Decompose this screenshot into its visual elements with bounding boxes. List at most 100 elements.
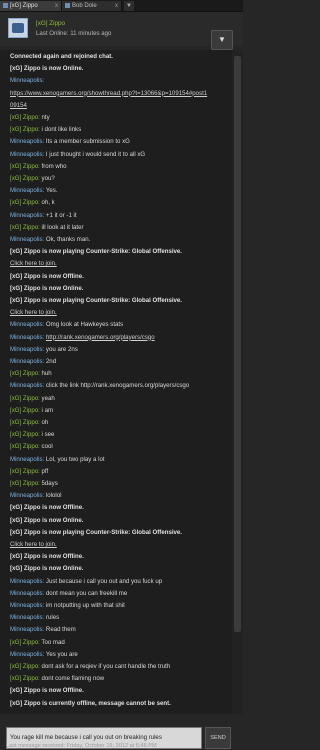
chat-message: Minneapolis: click the link http://rank.… (10, 381, 228, 391)
system-message: [xG] Zippo is now Offline. (10, 552, 228, 562)
close-icon[interactable]: x (115, 1, 118, 11)
close-icon[interactable]: x (55, 1, 58, 11)
chat-message: [xG] Zippo: dont ask for a reqiev if you… (10, 662, 228, 672)
message-sender: [xG] Zippo: (10, 162, 40, 170)
message-text: Lol, you two play a lot (45, 455, 105, 463)
message-text: oh (41, 419, 49, 426)
message-sender: Minneapolis: (10, 358, 45, 365)
message-sender: Minneapolis: (10, 577, 45, 585)
message-text: Its a member submission to xG (45, 138, 130, 146)
message-text: I just thought i would send it to all xG (45, 150, 146, 158)
chat-message: [xG] Zippo: dont come flaming now (10, 674, 228, 684)
message-sender: Minneapolis: (10, 236, 45, 243)
chat-icon (65, 2, 70, 8)
message-text: oh, k (41, 199, 55, 207)
system-message: [xG] Zippo is now playing Counter-Strike… (10, 247, 228, 257)
message-text: dont ask for a reqiev if you cant handle… (41, 663, 171, 670)
message-sender: Minneapolis: (10, 614, 45, 622)
message-sender: Minneapolis: (10, 333, 45, 341)
chat-message: Minneapolis: im notputting up with that … (10, 601, 228, 611)
scrollbar[interactable] (232, 50, 243, 714)
message-sender: Minneapolis: (10, 150, 45, 158)
chat-message: [xG] Zippo: cool (10, 442, 228, 452)
message-sender: [xG] Zippo: (10, 663, 40, 670)
system-message-text: [xG] Zippo is now playing Counter-Strike… (10, 248, 182, 256)
message-sender: Minneapolis: (10, 602, 45, 609)
chat-message: [xG] Zippo: Too mad (10, 638, 228, 648)
system-message-text: [xG] Zippo is now Online. (10, 565, 84, 573)
chat-message: Minneapolis: +1 it or -1 it (10, 211, 228, 221)
link-text[interactable]: https://www.xenogamers.org/showthread.ph… (10, 90, 207, 97)
message-sender: [xG] Zippo: (10, 370, 40, 378)
chat-message: Minneapolis: Just because i call you out… (10, 577, 228, 587)
system-message-text: [xG] Zippo is now Online. (10, 284, 84, 292)
message-sender: [xG] Zippo: (10, 175, 40, 182)
message-link[interactable]: Click here to join. (10, 259, 228, 269)
system-message: [xG] Zippo is now Offline. (10, 272, 228, 282)
message-sender: Minneapolis: (10, 455, 45, 463)
link-text[interactable]: Click here to join. (10, 260, 57, 267)
message-link[interactable]: Click here to join. (10, 540, 228, 550)
message-text: dont mean you can freekill me (45, 589, 128, 597)
chat-message: [xG] Zippo: oh, k (10, 198, 228, 208)
message-text: click the link http://rank.xenogamers.or… (45, 382, 190, 390)
chat-message: Minneapolis: lololol (10, 491, 228, 501)
system-message: [xG] Zippo is now Offline. (10, 503, 228, 513)
link-text[interactable]: Click here to join. (10, 309, 57, 316)
message-sender: Minneapolis: (10, 187, 45, 195)
message-sender: [xG] Zippo: (10, 199, 40, 207)
message-sender: [xG] Zippo: (10, 126, 40, 134)
friend-name: [xG] Zippo (36, 20, 66, 27)
message-link[interactable]: https://www.xenogamers.org/showthread.ph… (10, 89, 228, 99)
tab-label: Bob Dole (72, 3, 97, 9)
message-text: 2nd (45, 358, 57, 365)
message-text: Yes. (45, 187, 58, 195)
message-link[interactable]: http://rank.xenogamers.org/players/csgo (46, 334, 155, 341)
system-message-text: Connected again and rejoined chat. (10, 53, 113, 60)
message-text: rules (45, 614, 60, 622)
system-message-text: [xG] Zippo is now Online. (10, 65, 84, 73)
tab-xg-zippo[interactable]: [xG] Zippo x (0, 1, 62, 11)
chat-message: [xG] Zippo: from who (10, 162, 228, 172)
message-text: you? (41, 175, 55, 182)
chat-message: [xG] Zippo: huh (10, 369, 228, 379)
chat-message: Minneapolis: I just thought i would send… (10, 150, 228, 160)
scroll-thumb[interactable] (234, 56, 241, 632)
message-text: im notputting up with that shit (45, 602, 125, 609)
message-text: Ok, thanks man. (45, 236, 91, 243)
link-text[interactable]: Click here to join. (10, 541, 57, 548)
message-text: you are 2ns (45, 345, 78, 353)
link-text[interactable]: 09154 (10, 102, 27, 109)
message-link[interactable]: Click here to join. (10, 308, 228, 318)
system-message: [xG] Zippo is now playing Counter-Strike… (10, 296, 228, 306)
chat-message: Minneapolis: Read them (10, 625, 228, 635)
message-text: huh (41, 370, 52, 378)
message-text: i dont like links (41, 126, 82, 134)
message-sender: Minneapolis: (10, 345, 45, 353)
system-message: [xG] Zippo is now Online. (10, 64, 228, 74)
message-link[interactable]: 09154 (10, 101, 228, 111)
avatar[interactable] (8, 18, 28, 38)
system-message-text: [xG] Zippo is now Offline. (10, 504, 84, 512)
chat-message: Minneapolis: http://rank.xenogamers.org/… (10, 333, 228, 343)
message-sender: [xG] Zippo: (10, 223, 40, 231)
chat-message: Minneapolis: Yes. (10, 186, 228, 196)
chat-message: Minneapolis: Ok, thanks man. (10, 235, 228, 245)
chat-log: Connected again and rejoined chat. [xG] Z… (0, 50, 232, 714)
system-message: [xG] Zippo is now playing Counter-Strike… (10, 528, 228, 538)
message-sender: [xG] Zippo: (10, 638, 40, 646)
chat-icon (3, 2, 8, 8)
chat-message: Minneapolis: you are 2ns (10, 345, 228, 355)
menu-dropdown-button[interactable]: ▼ (211, 30, 233, 50)
message-sender: [xG] Zippo: (10, 419, 40, 426)
chat-message: Minneapolis: Lol, you two play a lot (10, 455, 228, 465)
message-text: lololol (45, 492, 62, 500)
tab-bob-dole[interactable]: Bob Dole x (62, 1, 122, 11)
tab-dropdown-icon[interactable]: ▼ (124, 1, 134, 11)
system-message: [xG] Zippo is now Online. (10, 564, 228, 574)
message-sender: Minneapolis: (10, 321, 45, 329)
message-sender: Minneapolis: (10, 492, 45, 500)
send-button[interactable]: SEND (205, 727, 231, 749)
last-message-footer: Last message received: Friday, October 1… (6, 743, 157, 749)
system-message-text: [xG] Zippo is now Offline. (10, 272, 84, 280)
